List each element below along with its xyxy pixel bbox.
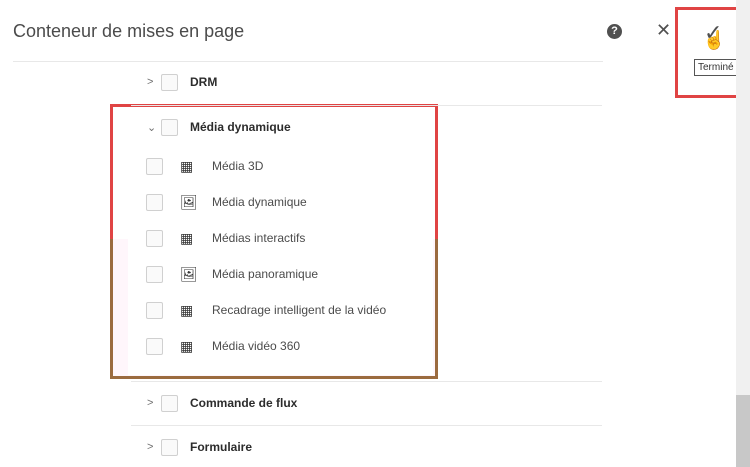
item-label: Média dynamique <box>212 195 307 209</box>
list-item[interactable]: ▦ Médias interactifs <box>146 228 305 248</box>
list-item[interactable]: ▦ Média 3D <box>146 156 263 176</box>
image-icon: 🖼 <box>180 265 198 282</box>
component-icon: ▦ <box>180 157 194 174</box>
hand-cursor-icon: ☝ <box>703 30 726 50</box>
item-label: Média vidéo 360 <box>212 339 301 353</box>
checkbox[interactable] <box>161 438 178 456</box>
component-icon: ▦ <box>180 337 194 354</box>
divider <box>131 381 602 382</box>
item-label: Recadrage intelligent de la vidéo <box>212 303 387 317</box>
group-label: DRM <box>190 75 218 89</box>
group-label: Commande de flux <box>190 396 298 410</box>
checkbox[interactable] <box>146 337 163 355</box>
group-commande-de-flux[interactable]: > Commande de flux <box>147 393 297 413</box>
checkbox[interactable] <box>161 118 178 136</box>
scrollbar-thumb[interactable] <box>736 395 750 467</box>
help-icon[interactable]: ? <box>607 24 622 39</box>
checkbox[interactable] <box>161 73 178 91</box>
header-divider <box>13 61 603 62</box>
checkbox[interactable] <box>146 193 163 211</box>
chevron-right-icon[interactable]: > <box>147 76 161 88</box>
chevron-down-icon[interactable]: ⌄ <box>147 121 161 134</box>
dialog-title: Conteneur de mises en page <box>13 21 245 41</box>
divider <box>131 425 602 426</box>
group-label: Formulaire <box>190 440 253 454</box>
checkbox[interactable] <box>146 265 163 283</box>
close-icon[interactable]: ✕ <box>656 20 671 41</box>
chevron-right-icon[interactable]: > <box>147 397 161 409</box>
divider <box>131 105 602 106</box>
group-label: Média dynamique <box>190 120 291 134</box>
checkbox[interactable] <box>146 157 163 175</box>
done-tooltip: Terminé <box>694 59 738 76</box>
component-icon: ▦ <box>180 229 194 246</box>
item-label: Média panoramique <box>212 267 319 281</box>
group-media-dynamique[interactable]: ⌄ Média dynamique <box>147 117 291 137</box>
list-item[interactable]: 🖼 Média dynamique <box>146 192 307 212</box>
group-drm[interactable]: > DRM <box>147 72 217 92</box>
list-item[interactable]: ▦ Recadrage intelligent de la vidéo <box>146 300 386 320</box>
checkbox[interactable] <box>146 229 163 247</box>
list-item[interactable]: ▦ Média vidéo 360 <box>146 336 300 356</box>
checkbox[interactable] <box>161 394 178 412</box>
chevron-right-icon[interactable]: > <box>147 441 161 453</box>
list-item[interactable]: 🖼 Média panoramique <box>146 264 318 284</box>
image-icon: 🖼 <box>180 193 198 210</box>
item-label: Média 3D <box>212 159 264 173</box>
component-icon: ▦ <box>180 301 194 318</box>
checkbox[interactable] <box>146 301 163 319</box>
group-formulaire[interactable]: > Formulaire <box>147 437 252 457</box>
item-label: Médias interactifs <box>212 231 306 245</box>
